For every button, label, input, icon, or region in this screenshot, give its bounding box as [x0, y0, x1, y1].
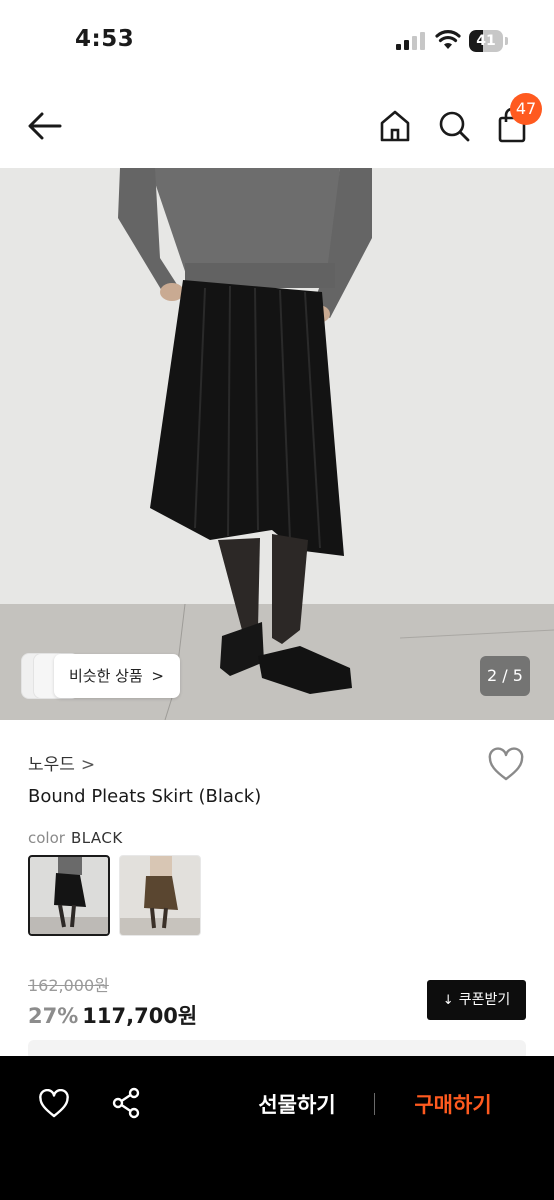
- brown-skirt-swatch[interactable]: [119, 855, 201, 936]
- cart-count-badge: 47: [510, 93, 542, 125]
- back-arrow-icon[interactable]: [26, 110, 64, 142]
- brand-link[interactable]: 노우드 >: [28, 750, 95, 775]
- image-page-indicator: 2 / 5: [480, 656, 530, 696]
- battery-icon: 41: [469, 30, 509, 52]
- chevron-right-icon: >: [151, 667, 164, 685]
- color-value: BLACK: [70, 829, 123, 847]
- discount-rate: 27%: [28, 1004, 79, 1028]
- similar-products-label: 비슷한 상품: [69, 667, 143, 685]
- product-name: Bound Pleats Skirt (Black): [28, 786, 262, 807]
- gift-button[interactable]: 선물하기: [240, 1086, 354, 1124]
- divider: [374, 1093, 375, 1115]
- color-option-row: color BLACK: [28, 829, 123, 847]
- chevron-right-icon: >: [80, 755, 96, 775]
- black-skirt-swatch[interactable]: [28, 855, 110, 936]
- search-icon[interactable]: [436, 108, 472, 144]
- wishlist-heart-icon[interactable]: [487, 747, 525, 783]
- status-time: 4:53: [75, 26, 135, 52]
- product-photo: [0, 168, 554, 720]
- brand-name: 노우드: [28, 755, 75, 775]
- download-icon: ↓: [442, 993, 454, 1008]
- color-label: color: [28, 829, 65, 847]
- coupon-download-button[interactable]: ↓ 쿠폰받기: [427, 980, 526, 1020]
- price-row: 27% 117,700원: [28, 1000, 197, 1030]
- coupon-label: 쿠폰받기: [458, 992, 511, 1008]
- product-image[interactable]: [0, 168, 554, 720]
- top-nav-bar: 47: [0, 84, 554, 168]
- similar-products-button[interactable]: 비슷한 상품 >: [54, 654, 180, 698]
- signal-icon: [396, 32, 425, 50]
- wifi-icon: [435, 30, 461, 49]
- buy-button[interactable]: 구매하기: [396, 1086, 510, 1124]
- battery-percent: 41: [476, 33, 496, 49]
- original-price: 162,000원: [28, 976, 109, 995]
- bottom-action-bar: 선물하기 구매하기: [0, 1056, 554, 1200]
- home-icon[interactable]: [377, 108, 413, 144]
- status-bar: 4:53 41: [0, 0, 554, 84]
- sale-price: 117,700원: [82, 1004, 198, 1028]
- heart-icon[interactable]: [38, 1089, 70, 1119]
- share-icon[interactable]: [111, 1087, 141, 1119]
